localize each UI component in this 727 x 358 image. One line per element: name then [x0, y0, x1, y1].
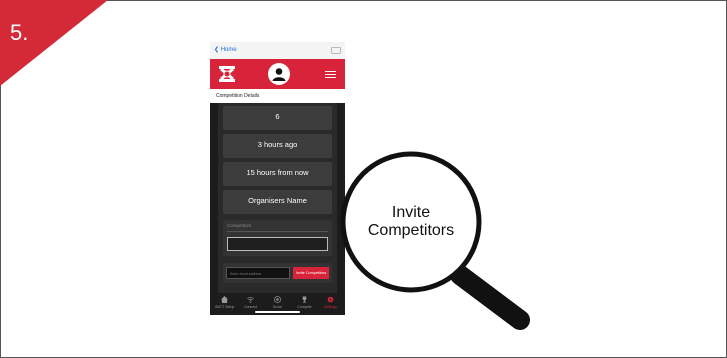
home-indicator — [255, 311, 300, 313]
battery-icon — [331, 47, 341, 54]
back-link[interactable]: ❮ Home — [214, 46, 237, 53]
slide-frame — [0, 0, 727, 358]
callout-line-1: Invite — [391, 204, 431, 221]
detail-card-end: 15 hours from now — [223, 162, 332, 186]
app-header — [210, 59, 345, 89]
wifi-icon — [247, 296, 254, 303]
detail-card-number: 6 — [223, 106, 332, 130]
tab-label: Connect — [243, 305, 258, 309]
phone-screen: ❮ Home Competition Details 6 3 hours ago — [210, 42, 345, 315]
hamburger-menu-icon[interactable] — [325, 71, 336, 79]
tab-label: Score — [272, 305, 283, 309]
step-number: 5. — [10, 20, 29, 45]
tab-settings[interactable]: Settings — [318, 295, 343, 313]
divider — [227, 231, 328, 232]
email-input[interactable]: Enter email address — [226, 267, 290, 279]
competition-details-panel: 6 3 hours ago 15 hours from now Organise… — [218, 103, 337, 293]
trophy-icon — [302, 296, 307, 303]
tab-label: Settings — [324, 305, 337, 309]
section-title: Competition Details — [210, 89, 345, 103]
detail-card-start: 3 hours ago — [223, 134, 332, 158]
logo-icon — [219, 66, 235, 82]
back-label: Home — [220, 47, 237, 53]
target-icon — [274, 296, 281, 303]
invite-competitors-button[interactable]: Invite Competitors — [293, 267, 329, 279]
profile-avatar[interactable] — [268, 63, 290, 85]
detail-value: 15 hours from now — [246, 168, 309, 177]
detail-value: Organisers Name — [248, 196, 307, 205]
tab-isatt-setup[interactable]: ISATT Setup — [212, 295, 237, 313]
user-icon — [272, 68, 286, 81]
callout-line-2: Competitors — [367, 222, 455, 239]
tab-label: Compete — [297, 305, 312, 309]
home-icon — [221, 296, 228, 303]
detail-value: 3 hours ago — [257, 140, 298, 149]
competitors-label: Competitors — [227, 223, 252, 228]
status-bar: ❮ Home — [210, 42, 345, 59]
detail-card-organiser: Organisers Name — [223, 190, 332, 214]
gear-icon — [327, 296, 334, 303]
competitors-list-field[interactable] — [227, 237, 328, 251]
tab-label: ISATT Setup — [214, 305, 235, 309]
detail-value: 6 — [275, 112, 280, 121]
callout-text: Invite Competitors — [344, 204, 478, 240]
invite-row: Enter email address Invite Competitors — [223, 263, 332, 283]
competitors-section: Competitors — [223, 220, 332, 256]
